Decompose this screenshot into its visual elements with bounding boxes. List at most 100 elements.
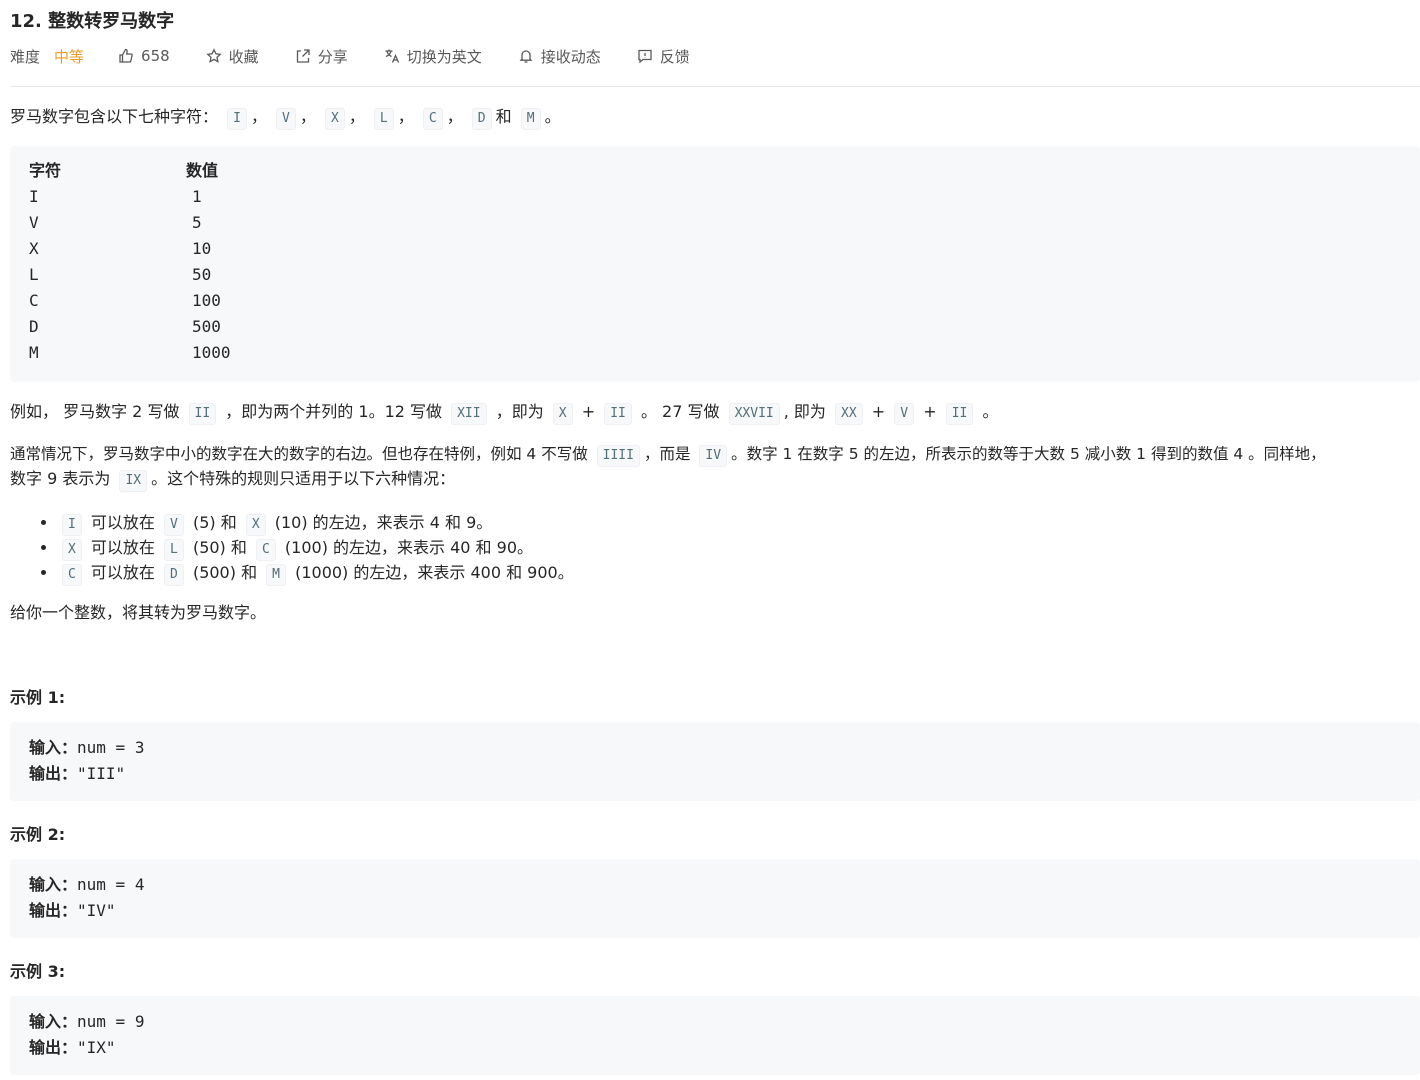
list-text: (100) 的左边，来表示 40 和 90。: [284, 538, 533, 557]
table-cell: X: [29, 239, 39, 258]
inline-code: IV: [699, 445, 728, 467]
paragraph-text: , 即为: [783, 402, 826, 421]
subscribe-label: 接收动态: [540, 47, 601, 66]
favorite-label: 收藏: [228, 47, 259, 66]
inline-code: V: [276, 108, 296, 130]
output-value: "III": [77, 764, 126, 783]
table-cell: I: [29, 187, 39, 206]
list-text: (5) 和: [192, 513, 237, 532]
and-word: 和: [495, 107, 512, 126]
list-text: (500) 和: [192, 563, 258, 582]
input-value: num = 4: [77, 875, 145, 894]
example-input-line: 输入：num = 3: [29, 735, 144, 761]
table-cell: 1000: [192, 343, 231, 362]
paragraph-text: 。数字 1 在数字 5 的左边，所表示的数等于大数 5 减小数 1 得到的数值 …: [731, 445, 1326, 463]
inline-code: XXVII: [728, 403, 780, 425]
feedback-button[interactable]: 反馈: [637, 46, 690, 67]
paragraph-text: 数字 9 表示为: [10, 469, 111, 488]
example-input-line: 输入：num = 9: [29, 1009, 144, 1035]
inline-code: C: [422, 108, 443, 130]
separator: ，: [397, 107, 414, 126]
special-case-paragraph-line-1: 通常情况下，罗马数字中小的数字在大的数字的右边。但也存在特例，例如 4 不写做 …: [10, 442, 1326, 467]
inline-code: I: [227, 108, 247, 130]
subscribe-button[interactable]: 接收动态: [518, 46, 601, 67]
intro-paragraph: 罗马数字包含以下七种字符： I， V， X， L， C， D和 M。: [10, 105, 561, 130]
table-cell: 500: [192, 317, 221, 336]
separator: ，: [348, 107, 365, 126]
input-label: 输入：: [29, 738, 78, 757]
list-text: 可以放在: [90, 563, 155, 582]
paragraph-text: 例如， 罗马数字 2 写做: [10, 402, 180, 421]
rules-list: I 可以放在 V (5) 和 X (10) 的左边，来表示 4 和 9。 X 可…: [10, 510, 574, 586]
inline-code: C: [62, 564, 82, 586]
list-text: (50) 和: [192, 538, 247, 557]
table-cell: 50: [192, 265, 212, 284]
inline-code: II: [945, 403, 974, 425]
example-2-block: 输入：num = 4 输出："IV": [10, 859, 1420, 938]
table-row: V5: [29, 210, 202, 236]
share-button[interactable]: 分享: [295, 46, 348, 67]
table-cell: 5: [192, 213, 202, 232]
inline-code: I: [62, 514, 82, 536]
paragraph-text: 。这个特殊的规则只适用于以下六种情况：: [151, 469, 456, 488]
table-cell: L: [29, 265, 39, 284]
example-3-block: 输入：num = 9 输出："IX": [10, 996, 1420, 1075]
feedback-label: 反馈: [659, 47, 690, 66]
like-button[interactable]: 658: [118, 47, 170, 65]
header-divider: [10, 86, 1420, 87]
symbol-value-table: 字符 数值 I1 V5 X 10 L 50 C 100 D 500 M 1000: [10, 146, 1420, 382]
example-paragraph: 例如， 罗马数字 2 写做 II ，即为两个并列的 1。12 写做 XII ，即…: [10, 400, 998, 425]
inline-code: X: [62, 539, 82, 561]
switch-language-button[interactable]: 切换为英文: [384, 46, 482, 67]
table-row: X 10: [29, 236, 211, 262]
inline-code: L: [164, 539, 184, 561]
example-2-title: 示例 2:: [10, 825, 66, 844]
table-cell: 10: [192, 239, 212, 258]
output-label: 输出：: [29, 764, 78, 783]
inline-code: M: [520, 108, 541, 130]
table-row: M 1000: [29, 340, 231, 366]
paragraph-text: ，而是: [643, 445, 691, 463]
problem-meta-bar: 难度 中等 658 收藏 分享 切换为英文 接收动态 反馈: [10, 44, 690, 68]
column-header-value: 数值: [186, 161, 219, 180]
problem-page: 12. 整数转罗马数字 难度 中等 658 收藏 分享 切换为英文 接收动态 反…: [0, 0, 1420, 1080]
example-output-line: 输出："IX": [29, 1035, 116, 1061]
table-row: L 50: [29, 262, 211, 288]
difficulty-badge: 中等: [54, 47, 85, 66]
share-icon: [296, 49, 310, 63]
share-label: 分享: [317, 47, 348, 66]
problem-title: 12. 整数转罗马数字: [10, 11, 175, 32]
output-value: "IV": [77, 901, 116, 920]
list-item: C 可以放在 D (500) 和 M (1000) 的左边，来表示 400 和 …: [10, 560, 574, 586]
table-cell: 1: [192, 187, 202, 206]
inline-code: IIII: [596, 445, 640, 467]
list-text: (10) 的左边，来表示 4 和 9。: [274, 513, 493, 532]
inline-code: II: [188, 403, 217, 425]
list-text: 可以放在: [90, 538, 155, 557]
favorite-button[interactable]: 收藏: [206, 46, 259, 67]
inline-code: V: [894, 403, 915, 425]
table-cell: D: [29, 317, 39, 336]
table-cell: M: [29, 343, 39, 362]
intro-text: 罗马数字包含以下七种字符：: [10, 107, 219, 126]
output-label: 输出：: [29, 1038, 78, 1057]
column-header-symbol: 字符: [29, 161, 62, 180]
example-3-title: 示例 3:: [10, 962, 66, 981]
example-input-line: 输入：num = 4: [29, 872, 144, 898]
inline-code: XII: [451, 403, 487, 425]
inline-code: C: [255, 539, 276, 561]
separator: ，: [250, 107, 267, 126]
inline-code: II: [604, 403, 632, 425]
separator: ，: [446, 107, 463, 126]
list-item: I 可以放在 V (5) 和 X (10) 的左边，来表示 4 和 9。: [10, 510, 574, 536]
table-cell: V: [29, 213, 39, 232]
special-case-paragraph-line-2: 数字 9 表示为 IX 。这个特殊的规则只适用于以下六种情况：: [10, 467, 455, 492]
translate-icon: [385, 49, 399, 63]
paragraph-text: 。: [982, 402, 999, 421]
inline-code: V: [164, 514, 184, 536]
example-output-line: 输出："IV": [29, 898, 116, 924]
table-cell: 100: [192, 291, 221, 310]
example-output-line: 输出："III": [29, 761, 125, 787]
inline-code: D: [471, 108, 492, 130]
inline-code: D: [164, 564, 184, 586]
